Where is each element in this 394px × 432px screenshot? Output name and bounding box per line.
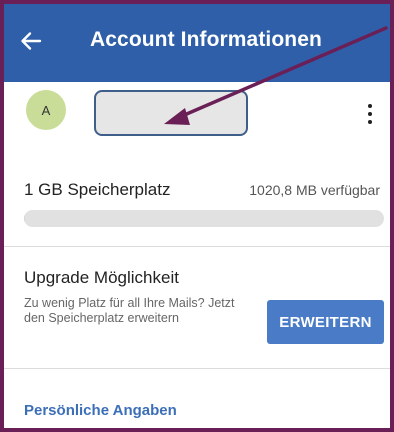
screen-frame: Account Informationen A 1 GB Speicherpla…: [0, 0, 394, 432]
storage-label: 1 GB Speicherplatz: [24, 180, 171, 199]
more-vertical-icon-dot: [368, 120, 372, 124]
storage-progress-bar: [24, 210, 384, 227]
app-bar: Account Informationen: [4, 4, 390, 82]
divider: [4, 368, 390, 369]
storage-progress-fill: [24, 210, 26, 227]
divider: [4, 246, 390, 247]
more-vertical-icon-dot: [368, 104, 372, 108]
more-menu-button[interactable]: [360, 96, 380, 132]
arrow-left-icon: [21, 32, 42, 50]
back-button[interactable]: [14, 24, 48, 58]
upgrade-description: Zu wenig Platz für all Ihre Mails? Jetzt…: [24, 296, 235, 325]
avatar[interactable]: A: [26, 90, 66, 130]
personal-info-link[interactable]: Persönliche Angaben: [24, 402, 177, 419]
more-vertical-icon-dot: [368, 112, 372, 116]
expand-storage-button[interactable]: ERWEITERN: [267, 300, 384, 344]
page-title: Account Informationen: [90, 28, 322, 51]
storage-available: 1020,8 MB verfügbar: [249, 182, 380, 198]
account-name-placeholder: [94, 90, 248, 136]
upgrade-title: Upgrade Möglichkeit: [24, 268, 179, 287]
